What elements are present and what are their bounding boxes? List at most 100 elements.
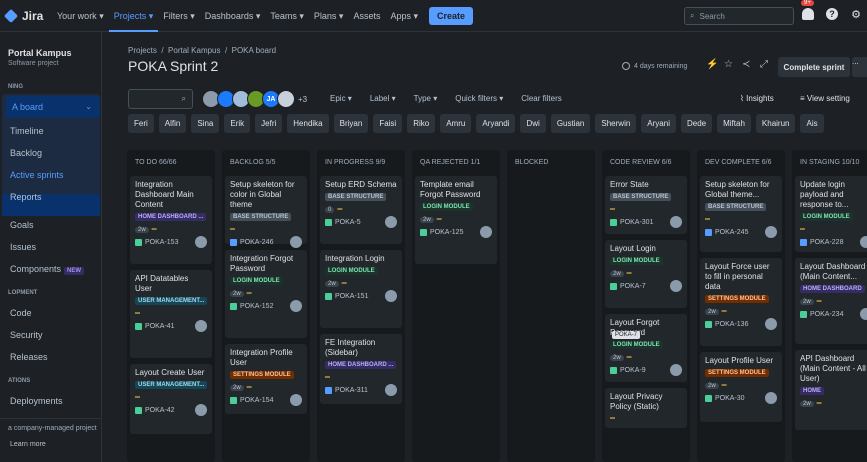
issue-card[interactable]: Template email Forgot Password LOGIN MODU… bbox=[415, 176, 497, 264]
assignee-chip[interactable]: Sherwin bbox=[595, 114, 637, 133]
assignee-avatar[interactable] bbox=[385, 216, 397, 228]
jira-logo[interactable]: Jira bbox=[3, 8, 52, 23]
epic-label[interactable]: LOGIN MODULE bbox=[230, 277, 283, 285]
epic-label[interactable]: HOME bbox=[800, 387, 824, 395]
issue-card[interactable]: Layout Login LOGIN MODULE 2w ═ POKA-7 bbox=[605, 240, 687, 308]
issue-key[interactable]: POKA-246 bbox=[230, 238, 273, 246]
assignee-avatar[interactable] bbox=[385, 384, 397, 396]
epic-label[interactable]: HOME DASHBOARD ... bbox=[135, 213, 207, 221]
sidebar-item-deployments[interactable]: Deployments bbox=[10, 396, 63, 406]
issue-card[interactable]: API Dashboard (Main Content - All User) H… bbox=[795, 350, 867, 430]
issue-key[interactable]: POKA-301 bbox=[610, 218, 653, 226]
issue-key[interactable]: POKA-125 bbox=[420, 228, 463, 236]
assignee-chip[interactable]: Sina bbox=[191, 114, 220, 133]
breadcrumb-portal-kampus[interactable]: Portal Kampus bbox=[168, 46, 220, 55]
issue-key[interactable]: POKA-41 bbox=[135, 322, 175, 330]
sidebar-item-backlog[interactable]: Backlog bbox=[10, 148, 42, 158]
issue-key[interactable]: POKA-9 bbox=[610, 366, 646, 374]
assignee-avatar[interactable] bbox=[480, 226, 492, 238]
expand-icon[interactable]: ⤢ bbox=[760, 59, 774, 70]
assignee-avatar[interactable] bbox=[670, 280, 682, 292]
assignee-chip[interactable]: Dede bbox=[680, 114, 713, 133]
assignee-chip[interactable]: Briyan bbox=[333, 114, 369, 133]
assignee-avatar[interactable] bbox=[860, 236, 867, 248]
nav-assets[interactable]: Assets bbox=[348, 0, 385, 32]
sidebar-item-issues[interactable]: Issues bbox=[10, 242, 36, 252]
issue-card[interactable]: Integration Dashboard Main Content HOME D… bbox=[130, 176, 212, 264]
nav-projects[interactable]: Projects ▾ bbox=[108, 0, 159, 32]
issue-key[interactable]: POKA-311 bbox=[325, 386, 368, 394]
issue-key[interactable]: POKA-153 bbox=[135, 238, 178, 246]
nav-teams[interactable]: Teams ▾ bbox=[265, 0, 309, 32]
assignee-avatar[interactable] bbox=[195, 404, 207, 416]
nav-apps[interactable]: Apps ▾ bbox=[385, 0, 423, 32]
epic-label[interactable]: BASE STRUCTURE bbox=[705, 203, 767, 211]
sidebar-item-code[interactable]: Code bbox=[10, 308, 32, 318]
assignee-chip[interactable]: Ais bbox=[800, 114, 824, 133]
assignee-chip[interactable]: Faisi bbox=[373, 114, 403, 133]
epic-label[interactable]: USER MANAGEMENT... bbox=[135, 297, 208, 305]
epic-label[interactable]: HOME DASHBOARD bbox=[800, 285, 865, 293]
issue-key[interactable]: POKA-42 bbox=[135, 406, 175, 414]
epic-label[interactable]: SETTINGS MODULE bbox=[230, 371, 294, 379]
epic-label[interactable]: LOGIN MODULE bbox=[420, 203, 473, 211]
assignee-chip[interactable]: Riko bbox=[407, 114, 436, 133]
assignee-avatar[interactable] bbox=[670, 364, 682, 376]
assignee-avatar[interactable] bbox=[385, 290, 397, 302]
epic-label[interactable]: SETTINGS MODULE bbox=[705, 369, 769, 377]
epic-label[interactable]: LOGIN MODULE bbox=[610, 257, 663, 265]
epic-label[interactable]: LOGIN MODULE bbox=[325, 267, 378, 275]
issue-card[interactable]: Layout Force user to fill in personal da… bbox=[700, 258, 782, 346]
issue-key[interactable]: POKA-136 bbox=[705, 320, 748, 328]
assignee-avatar[interactable] bbox=[765, 226, 777, 238]
assignee-chip[interactable]: Gustian bbox=[550, 114, 591, 133]
nav-plans[interactable]: Plans ▾ bbox=[309, 0, 349, 32]
issue-card[interactable]: Setup skeleton for color in Global theme… bbox=[225, 176, 307, 248]
epic-label[interactable]: BASE STRUCTURE bbox=[325, 193, 387, 201]
epic-label[interactable]: BASE STRUCTURE bbox=[610, 193, 672, 201]
issue-card[interactable]: API Datatables User USER MANAGEMENT... ═ PO… bbox=[130, 270, 212, 358]
help-button[interactable]: ? bbox=[824, 6, 840, 22]
sidebar-item-releases[interactable]: Releases bbox=[10, 352, 48, 362]
notifications-button[interactable]: 9+ bbox=[800, 0, 816, 22]
epic-label[interactable]: SETTINGS MODULE bbox=[705, 295, 769, 303]
issue-key[interactable]: POKA-151 bbox=[325, 292, 368, 300]
assignee-chip[interactable]: Alfin bbox=[158, 114, 187, 133]
share-icon[interactable]: ≺ bbox=[742, 59, 756, 70]
epic-label[interactable]: LOGIN MODULE bbox=[610, 341, 663, 349]
view-settings-button[interactable]: ≡ View setting bbox=[800, 94, 850, 103]
issue-card[interactable]: Setup skeleton for Global theme... BASE S… bbox=[700, 176, 782, 252]
assignee-chip[interactable]: Hendika bbox=[287, 114, 329, 133]
sidebar-item-timeline[interactable]: Timeline bbox=[10, 126, 44, 136]
project-name[interactable]: Portal Kampus bbox=[8, 48, 72, 58]
sidebar-item-active-sprints[interactable]: Active sprints bbox=[10, 170, 64, 180]
epic-label[interactable]: USER MANAGEMENT... bbox=[135, 381, 208, 389]
nav-dashboards[interactable]: Dashboards ▾ bbox=[200, 0, 266, 32]
search-input[interactable]: ⌕ Search bbox=[684, 7, 794, 25]
board-search-input[interactable]: ⌕ bbox=[128, 89, 193, 109]
assignee-chip[interactable]: Feri bbox=[128, 114, 154, 133]
assignee-avatar[interactable] bbox=[290, 236, 302, 248]
type-filter[interactable]: Type ▾ bbox=[414, 94, 438, 103]
assignee-chip[interactable]: Erik bbox=[224, 114, 251, 133]
issue-card[interactable]: Layout Create User USER MANAGEMENT... ═ POK… bbox=[130, 364, 212, 434]
issue-card[interactable]: Integration Profile User SETTINGS MODULE 2… bbox=[225, 344, 307, 414]
assignee-chip[interactable]: Jefri bbox=[255, 114, 283, 133]
issue-card[interactable]: Integration Login LOGIN MODULE 2w ═ POKA-151 bbox=[320, 250, 402, 328]
assignee-chip[interactable]: Aryani bbox=[641, 114, 676, 133]
issue-card[interactable]: Integration Forgot Password LOGIN MODULE 2… bbox=[225, 250, 307, 338]
assignee-avatar[interactable] bbox=[290, 394, 302, 406]
issue-key[interactable]: POKA-30 bbox=[705, 394, 745, 402]
issue-key[interactable]: POKA-245 bbox=[705, 228, 748, 236]
assignee-chip[interactable]: Amru bbox=[440, 114, 472, 133]
lightning-icon[interactable]: ⚡ bbox=[706, 59, 720, 70]
star-icon[interactable]: ☆ bbox=[724, 59, 738, 70]
epic-filter[interactable]: Epic ▾ bbox=[330, 94, 352, 103]
breadcrumb-poka-board[interactable]: POKA board bbox=[232, 46, 276, 55]
sidebar-item-goals[interactable]: Goals bbox=[10, 220, 34, 230]
issue-key[interactable]: POKA-152 bbox=[230, 302, 273, 310]
assignee-chip[interactable]: Khairun bbox=[755, 114, 796, 133]
issue-card[interactable]: Layout Privacy Policy (Static) ═ bbox=[605, 388, 687, 428]
nav-filters[interactable]: Filters ▾ bbox=[158, 0, 200, 32]
issue-card[interactable]: FE Integration (Sidebar) HOME DASHBOARD .… bbox=[320, 334, 402, 404]
